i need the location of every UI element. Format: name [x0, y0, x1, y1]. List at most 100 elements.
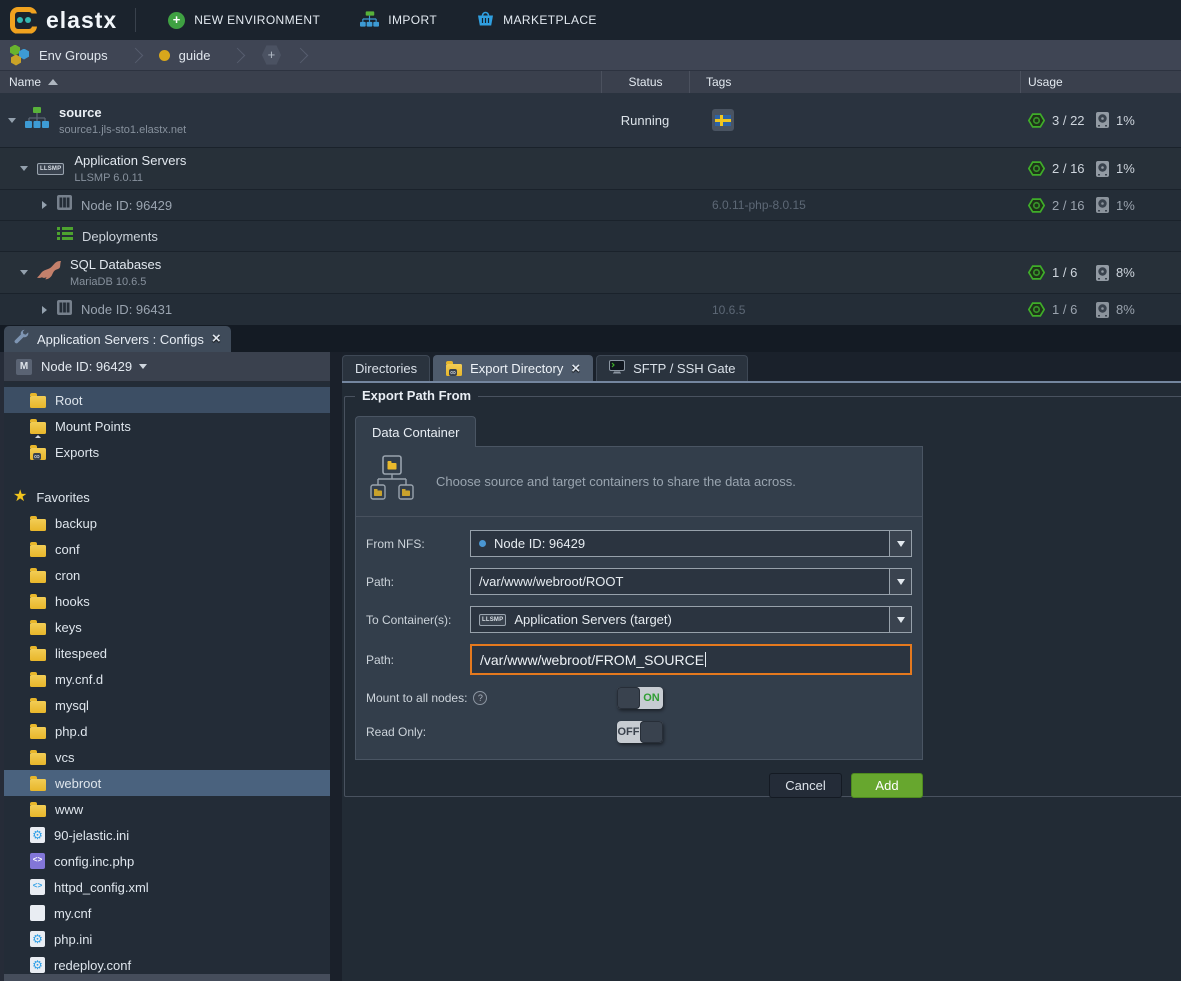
- dropdown-trigger[interactable]: [889, 568, 912, 595]
- panel-splitter[interactable]: [330, 352, 342, 981]
- add-group-button[interactable]: +: [261, 45, 281, 65]
- tree-item-favorites[interactable]: ★ Favorites: [4, 484, 330, 510]
- tree-item-mysql[interactable]: mysql: [4, 692, 330, 718]
- folder-icon: [30, 805, 46, 817]
- node-row-96429[interactable]: Node ID: 96429 6.0.11-php-8.0.15 2 / 16 …: [0, 190, 1181, 221]
- env-domain: source1.jls-sto1.elastx.net: [59, 124, 186, 136]
- tree-item-backup[interactable]: backup: [4, 510, 330, 536]
- breadcrumb-group-guide[interactable]: guide: [159, 48, 211, 63]
- tree-item-cron[interactable]: cron: [4, 562, 330, 588]
- source-path-select[interactable]: /var/www/webroot/ROOT: [470, 568, 912, 595]
- tree-item-my-cnf[interactable]: my.cnf: [4, 900, 330, 926]
- tree-item-mount-points[interactable]: Mount Points: [4, 413, 330, 439]
- tree-item-hooks[interactable]: hooks: [4, 588, 330, 614]
- column-header-name[interactable]: Name: [0, 71, 601, 93]
- tree-item-vcs[interactable]: vcs: [4, 744, 330, 770]
- dropdown-trigger[interactable]: [889, 606, 912, 633]
- tree-horizontal-scrollbar[interactable]: [4, 974, 330, 981]
- node-icon: [57, 195, 72, 215]
- node-group-row-app-servers[interactable]: LLSMP Application Servers LLSMP 6.0.11 2…: [0, 148, 1181, 190]
- folder-icon: [30, 675, 46, 687]
- toggle-state: OFF: [617, 721, 640, 743]
- new-environment-button[interactable]: + NEW ENVIRONMENT: [168, 12, 320, 29]
- expand-chevron-icon[interactable]: [42, 201, 47, 209]
- stack-version: MariaDB 10.6.5: [70, 276, 161, 288]
- toggle-knob: [617, 687, 640, 709]
- export-path-from-fieldset: Export Path From Data Container: [344, 396, 1181, 797]
- data-container-tab[interactable]: Data Container: [355, 416, 476, 447]
- tree-item-php-ini[interactable]: php.ini: [4, 926, 330, 952]
- node-bullet-icon: [479, 540, 486, 547]
- tab-export-directory[interactable]: Export Directory ×: [433, 355, 593, 381]
- tree-item-litespeed[interactable]: litespeed: [4, 640, 330, 666]
- env-name: source: [59, 105, 186, 120]
- read-only-toggle[interactable]: OFF: [617, 721, 663, 743]
- tree-item-www[interactable]: www: [4, 796, 330, 822]
- tree-item-php-d[interactable]: php.d: [4, 718, 330, 744]
- node-group-row-sql[interactable]: SQL Databases MariaDB 10.6.5 1 / 6 8%: [0, 252, 1181, 294]
- info-bar: Choose source and target containers to s…: [356, 447, 922, 517]
- to-containers-select[interactable]: LLSMP Application Servers (target): [470, 606, 912, 633]
- from-nfs-select[interactable]: Node ID: 96429: [470, 530, 912, 557]
- tree-item-90-jelastic-ini[interactable]: 90-jelastic.ini: [4, 822, 330, 848]
- configs-panel: M Node ID: 96429 Root Mount Points Expo: [0, 352, 1181, 981]
- tab-sftp-ssh-gate[interactable]: SFTP / SSH Gate: [596, 355, 748, 381]
- close-tab-icon[interactable]: ×: [571, 363, 580, 375]
- tree-item-root[interactable]: Root: [4, 387, 330, 413]
- collapse-chevron-icon[interactable]: [8, 118, 16, 123]
- node-selector[interactable]: M Node ID: 96429: [4, 352, 330, 382]
- cloudlets-icon: [1028, 160, 1045, 177]
- dropdown-trigger[interactable]: [889, 530, 912, 557]
- deployments-row[interactable]: Deployments: [0, 221, 1181, 252]
- column-header-usage[interactable]: Usage: [1020, 71, 1181, 93]
- cloudlets-usage: 1 / 6: [1052, 265, 1096, 280]
- source-path-label: Path:: [366, 575, 470, 589]
- folder-icon: [30, 545, 46, 557]
- file-tree-panel: M Node ID: 96429 Root Mount Points Expo: [0, 352, 330, 981]
- llsmp-stack-icon: LLSMP: [479, 614, 506, 626]
- node-row-96431[interactable]: Node ID: 96431 10.6.5 1 / 6 8%: [0, 294, 1181, 325]
- import-button[interactable]: IMPORT: [360, 11, 437, 30]
- column-header-tags[interactable]: Tags: [689, 71, 1020, 93]
- tree-item-my-cnf-d[interactable]: my.cnf.d: [4, 666, 330, 692]
- column-header-status[interactable]: Status: [601, 71, 689, 93]
- env-groups-icon: [10, 45, 30, 66]
- to-containers-label: To Container(s):: [366, 613, 470, 627]
- cloudlets-icon: [1028, 264, 1045, 281]
- elastx-logo-icon: [10, 7, 37, 34]
- expand-chevron-icon[interactable]: [42, 306, 47, 314]
- wrench-icon: [14, 329, 29, 349]
- llsmp-stack-icon: LLSMP: [37, 163, 64, 175]
- node-tag: 6.0.11-php-8.0.15: [712, 198, 806, 212]
- collapse-chevron-icon[interactable]: [20, 270, 28, 275]
- marketplace-button[interactable]: MARKETPLACE: [477, 11, 597, 29]
- config-file-icon: [30, 957, 45, 973]
- marketplace-icon: [477, 11, 494, 29]
- read-only-label: Read Only:: [366, 725, 426, 739]
- tree-item-config-inc-php[interactable]: config.inc.php: [4, 848, 330, 874]
- env-row-source[interactable]: source source1.jls-sto1.elastx.net Runni…: [0, 93, 1181, 148]
- folder-icon: [30, 649, 46, 661]
- from-nfs-value: Node ID: 96429: [494, 536, 585, 551]
- tab-directories[interactable]: Directories: [342, 355, 430, 381]
- node-group-name: Application Servers: [74, 153, 186, 168]
- sort-ascending-icon: [48, 79, 58, 85]
- configs-tab[interactable]: Application Servers : Configs ×: [4, 326, 231, 352]
- chevron-down-icon: [139, 364, 147, 369]
- breadcrumb-env-groups[interactable]: Env Groups: [0, 45, 108, 66]
- help-icon[interactable]: ?: [473, 691, 487, 705]
- close-configs-tab-icon[interactable]: ×: [212, 333, 221, 345]
- add-button[interactable]: Add: [851, 773, 923, 798]
- cancel-button[interactable]: Cancel: [769, 773, 842, 798]
- cloudlets-icon: [1028, 197, 1045, 214]
- collapse-chevron-icon[interactable]: [20, 166, 28, 171]
- mount-to-all-toggle[interactable]: ON: [617, 687, 663, 709]
- elastx-logo[interactable]: elastx: [10, 7, 117, 34]
- tree-item-httpd-config-xml[interactable]: httpd_config.xml: [4, 874, 330, 900]
- tree-item-conf[interactable]: conf: [4, 536, 330, 562]
- stack-version: LLSMP 6.0.11: [74, 172, 186, 184]
- tree-item-webroot[interactable]: webroot: [4, 770, 330, 796]
- target-path-input[interactable]: /var/www/webroot/FROM_SOURCE: [470, 644, 912, 675]
- tree-item-exports[interactable]: Exports: [4, 439, 330, 465]
- tree-item-keys[interactable]: keys: [4, 614, 330, 640]
